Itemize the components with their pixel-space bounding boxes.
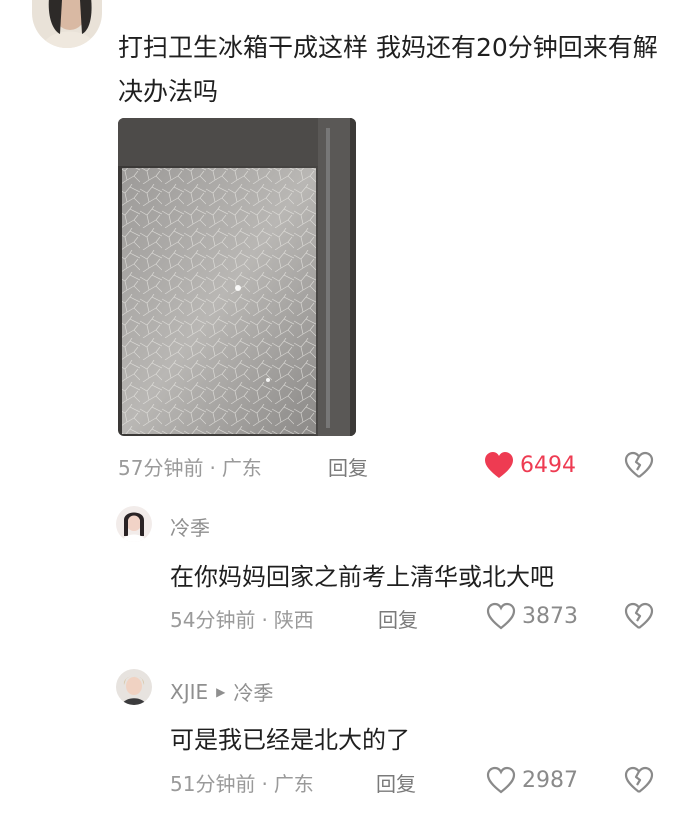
broken-heart-icon xyxy=(624,766,654,793)
reply-button[interactable]: 回复 xyxy=(376,768,416,797)
comment-location: 广东 xyxy=(273,772,314,796)
avatar[interactable] xyxy=(116,669,152,705)
comment-meta: 57分钟前 · 广东 xyxy=(118,452,262,481)
comment-location: 陕西 xyxy=(273,608,314,632)
broken-heart-icon xyxy=(624,602,654,629)
reply-to-username[interactable]: 冷季 xyxy=(233,677,273,706)
broken-heart-icon xyxy=(624,451,654,478)
heart-icon xyxy=(485,452,513,478)
like-count: 2987 xyxy=(522,767,578,793)
like-button[interactable]: 3873 xyxy=(486,602,578,630)
like-button[interactable]: 2987 xyxy=(486,766,578,794)
separator: · xyxy=(209,456,216,480)
separator: · xyxy=(261,608,268,632)
reply-button[interactable]: 回复 xyxy=(378,604,418,633)
comment-time: 51分钟前 xyxy=(170,772,256,796)
username[interactable]: XJIE xyxy=(170,680,208,704)
comment-meta: 51分钟前 · 广东 xyxy=(170,768,314,797)
comment-meta: 54分钟前 · 陕西 xyxy=(170,604,314,633)
heart-icon xyxy=(486,766,516,794)
dislike-button[interactable] xyxy=(624,766,654,798)
separator: · xyxy=(261,772,268,796)
reply-text: 在你妈妈回家之前考上清华或北大吧 xyxy=(170,563,554,591)
avatar[interactable] xyxy=(32,0,102,48)
like-button[interactable]: 6494 xyxy=(484,451,576,479)
triangle-right-icon: ▶ xyxy=(216,684,226,699)
comment-location: 广东 xyxy=(221,456,262,480)
comment-time: 54分钟前 xyxy=(170,608,256,632)
like-count: 6494 xyxy=(520,452,576,478)
comment-time: 57分钟前 xyxy=(118,456,204,480)
comment-image[interactable] xyxy=(118,118,356,436)
reply-text: 可是我已经是北大的了 xyxy=(170,726,410,754)
reply-button[interactable]: 回复 xyxy=(328,452,368,481)
username[interactable]: 冷季 xyxy=(170,512,210,541)
dislike-button[interactable] xyxy=(624,451,654,483)
avatar[interactable] xyxy=(116,506,152,542)
comment-text: 打扫卫生冰箱干成这样 我妈还有20分钟回来有解决办法吗 xyxy=(118,33,658,106)
dislike-button[interactable] xyxy=(624,602,654,634)
heart-icon xyxy=(486,602,516,630)
username-row: XJIE ▶ 冷季 xyxy=(170,677,273,706)
like-count: 3873 xyxy=(522,603,578,629)
